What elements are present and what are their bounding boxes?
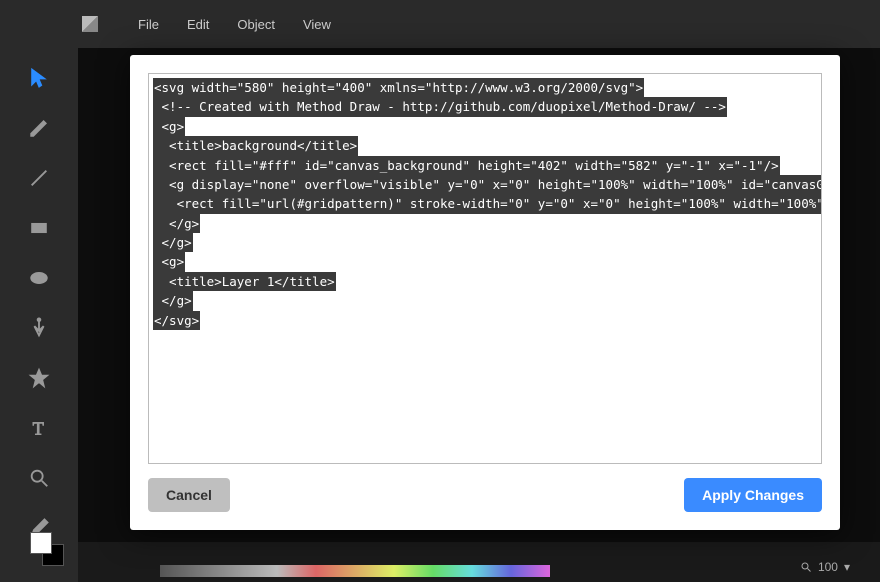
text-tool[interactable]: T xyxy=(17,410,61,446)
app-logo-icon xyxy=(82,16,98,32)
color-spectrum[interactable] xyxy=(160,565,550,577)
menubar: File Edit Object View xyxy=(0,0,880,48)
select-tool[interactable] xyxy=(17,60,61,96)
fill-swatch[interactable] xyxy=(30,532,52,554)
rect-tool[interactable] xyxy=(17,210,61,246)
ellipse-tool[interactable] xyxy=(17,260,61,296)
svg-text:T: T xyxy=(33,418,44,438)
star-tool[interactable] xyxy=(17,360,61,396)
toolbar: T xyxy=(0,48,78,582)
zoom-tool[interactable] xyxy=(17,460,61,496)
svg-source-dialog: <svg width="580" height="400" xmlns="htt… xyxy=(130,55,840,530)
svg-source-textarea[interactable]: <svg width="580" height="400" xmlns="htt… xyxy=(148,73,822,464)
color-swatches[interactable] xyxy=(30,532,70,572)
pencil-tool[interactable] xyxy=(17,110,61,146)
menu-file[interactable]: File xyxy=(138,17,159,32)
dialog-button-row: Cancel Apply Changes xyxy=(148,464,822,512)
footer-bar: 100 ▾ xyxy=(78,542,880,582)
path-tool[interactable] xyxy=(17,310,61,346)
menu-view[interactable]: View xyxy=(303,17,331,32)
zoom-value: 100 xyxy=(818,560,838,574)
chevron-down-icon: ▾ xyxy=(844,560,850,574)
zoom-display[interactable]: 100 ▾ xyxy=(800,560,850,574)
menu-edit[interactable]: Edit xyxy=(187,17,209,32)
zoom-icon xyxy=(800,561,812,573)
apply-changes-button[interactable]: Apply Changes xyxy=(684,478,822,512)
cancel-button[interactable]: Cancel xyxy=(148,478,230,512)
menu-object[interactable]: Object xyxy=(237,17,275,32)
line-tool[interactable] xyxy=(17,160,61,196)
